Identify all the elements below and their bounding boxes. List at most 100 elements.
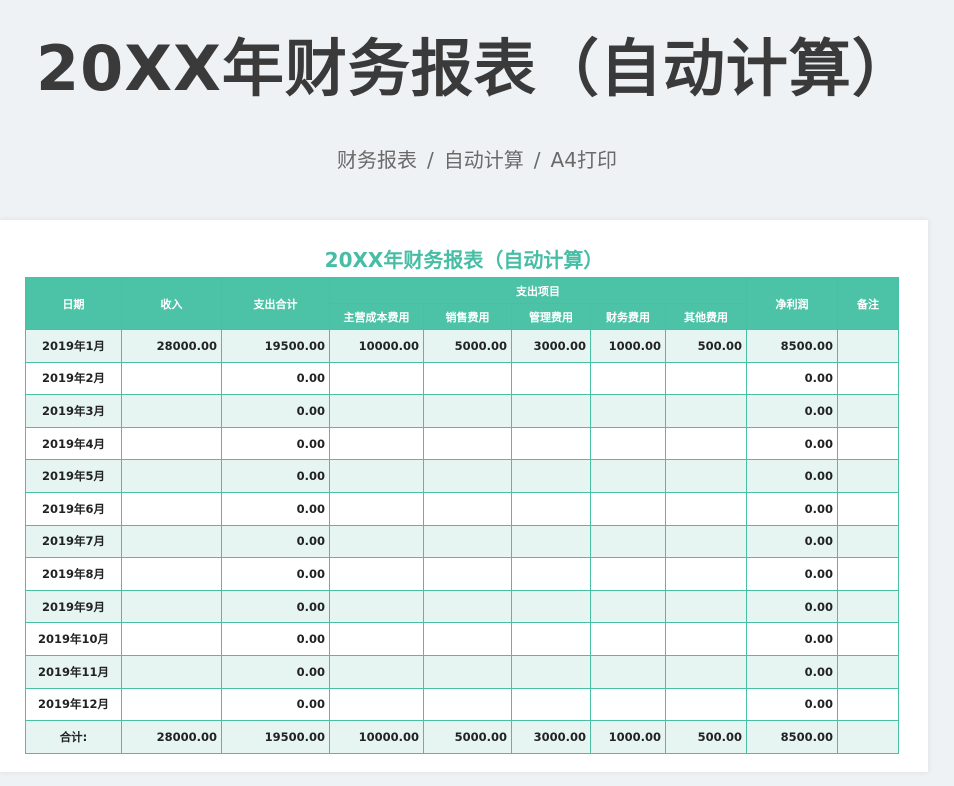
sheet-title: 20XX年财务报表（自动计算） bbox=[324, 248, 604, 272]
report-sheet: 20XX年财务报表（自动计算） 日期 收入 支出合计 支出项目 净利润 备注 主… bbox=[0, 220, 928, 772]
expense-total-cell: 0.00 bbox=[221, 459, 330, 493]
other-expense-cell bbox=[664, 394, 748, 428]
finance-expense-cell bbox=[590, 622, 666, 656]
other-expense-cell bbox=[664, 524, 748, 559]
total-row: 合计: 28000.00 19500.00 10000.00 5000.00 3000.0… bbox=[25, 720, 900, 754]
other-expense-cell bbox=[664, 687, 748, 722]
table-row: 2019年11月 0.00 0.00 bbox=[25, 654, 900, 689]
expense-total-cell: 0.00 bbox=[221, 687, 330, 722]
expense-total-cell: 0.00 bbox=[221, 394, 330, 428]
table-row: 2019年10月 0.00 0.00 bbox=[25, 622, 900, 656]
finance-expense-cell: 1000.00 bbox=[590, 329, 666, 363]
net-profit-cell: 0.00 bbox=[746, 654, 839, 689]
expense-total-cell: 19500.00 bbox=[221, 329, 330, 363]
main-cost-cell bbox=[329, 654, 424, 689]
finance-expense-cell bbox=[590, 589, 666, 624]
other-expense-cell: 500.00 bbox=[664, 329, 748, 363]
income-cell bbox=[121, 589, 222, 624]
date-cell: 2019年10月 bbox=[25, 622, 122, 656]
income-cell bbox=[121, 687, 222, 722]
date-cell: 2019年12月 bbox=[25, 687, 122, 722]
admin-expense-cell bbox=[511, 557, 591, 591]
main-cost-cell bbox=[329, 394, 424, 428]
remark-cell bbox=[837, 687, 900, 722]
remark-cell bbox=[837, 329, 900, 363]
remark-cell bbox=[837, 589, 900, 624]
sales-expense-cell bbox=[423, 459, 512, 493]
table-row: 2019年6月 0.00 0.00 bbox=[25, 491, 900, 526]
remark-cell bbox=[837, 491, 900, 526]
total-label: 合计: bbox=[25, 720, 122, 754]
total-other-expense-cell: 500.00 bbox=[664, 720, 748, 754]
date-cell: 2019年2月 bbox=[25, 361, 122, 396]
admin-expense-cell bbox=[511, 589, 591, 624]
header-sales-expense: 销售费用 bbox=[423, 303, 512, 330]
breadcrumb: 财务报表 / 自动计算 / A4打印 bbox=[0, 144, 954, 173]
income-cell: 28000.00 bbox=[121, 329, 222, 363]
income-cell bbox=[121, 622, 222, 656]
net-profit-cell: 0.00 bbox=[746, 622, 839, 656]
table-row: 2019年7月 0.00 0.00 bbox=[25, 524, 900, 559]
expense-total-cell: 0.00 bbox=[221, 491, 330, 526]
date-cell: 2019年8月 bbox=[25, 557, 122, 591]
table-row: 2019年8月 0.00 0.00 bbox=[25, 557, 900, 591]
admin-expense-cell bbox=[511, 622, 591, 656]
breadcrumb-separator: / bbox=[533, 148, 541, 172]
total-admin-expense-cell: 3000.00 bbox=[511, 720, 591, 754]
admin-expense-cell bbox=[511, 654, 591, 689]
date-cell: 2019年4月 bbox=[25, 426, 122, 461]
expense-total-cell: 0.00 bbox=[221, 654, 330, 689]
remark-cell bbox=[837, 361, 900, 396]
income-cell bbox=[121, 459, 222, 493]
total-expense-total-cell: 19500.00 bbox=[221, 720, 330, 754]
sales-expense-cell bbox=[423, 557, 512, 591]
finance-expense-cell bbox=[590, 491, 666, 526]
income-cell bbox=[121, 394, 222, 428]
net-profit-cell: 0.00 bbox=[746, 687, 839, 722]
main-cost-cell bbox=[329, 459, 424, 493]
total-sales-expense-cell: 5000.00 bbox=[423, 720, 512, 754]
main-cost-cell bbox=[329, 361, 424, 396]
main-cost-cell bbox=[329, 589, 424, 624]
sales-expense-cell: 5000.00 bbox=[423, 329, 512, 363]
expense-total-cell: 0.00 bbox=[221, 426, 330, 461]
income-cell bbox=[121, 654, 222, 689]
main-cost-cell bbox=[329, 687, 424, 722]
finance-expense-cell bbox=[590, 361, 666, 396]
finance-table: 日期 收入 支出合计 支出项目 净利润 备注 主营成本费用 销售费用 管理费用 … bbox=[25, 277, 900, 754]
total-net-profit-cell: 8500.00 bbox=[746, 720, 839, 754]
sales-expense-cell bbox=[423, 687, 512, 722]
finance-expense-cell bbox=[590, 426, 666, 461]
admin-expense-cell bbox=[511, 426, 591, 461]
header-expense-total: 支出合计 bbox=[221, 277, 330, 330]
net-profit-cell: 0.00 bbox=[746, 459, 839, 493]
table-row: 2019年12月 0.00 0.00 bbox=[25, 687, 900, 722]
admin-expense-cell bbox=[511, 394, 591, 428]
main-cost-cell bbox=[329, 524, 424, 559]
main-cost-cell bbox=[329, 557, 424, 591]
header-net-profit: 净利润 bbox=[746, 277, 839, 330]
other-expense-cell bbox=[664, 589, 748, 624]
expense-total-cell: 0.00 bbox=[221, 524, 330, 559]
date-cell: 2019年7月 bbox=[25, 524, 122, 559]
other-expense-cell bbox=[664, 654, 748, 689]
remark-cell bbox=[837, 426, 900, 461]
header-finance-expense: 财务费用 bbox=[590, 303, 666, 330]
table-row: 2019年4月 0.00 0.00 bbox=[25, 426, 900, 461]
income-cell bbox=[121, 426, 222, 461]
date-cell: 2019年6月 bbox=[25, 491, 122, 526]
admin-expense-cell bbox=[511, 491, 591, 526]
admin-expense-cell bbox=[511, 459, 591, 493]
breadcrumb-item: 自动计算 bbox=[443, 148, 524, 172]
remark-cell bbox=[837, 557, 900, 591]
admin-expense-cell bbox=[511, 687, 591, 722]
sales-expense-cell bbox=[423, 491, 512, 526]
table-row: 2019年3月 0.00 0.00 bbox=[25, 394, 900, 428]
finance-expense-cell bbox=[590, 687, 666, 722]
remark-cell bbox=[837, 394, 900, 428]
date-cell: 2019年5月 bbox=[25, 459, 122, 493]
net-profit-cell: 8500.00 bbox=[746, 329, 839, 363]
total-income-cell: 28000.00 bbox=[121, 720, 222, 754]
net-profit-cell: 0.00 bbox=[746, 589, 839, 624]
sales-expense-cell bbox=[423, 361, 512, 396]
